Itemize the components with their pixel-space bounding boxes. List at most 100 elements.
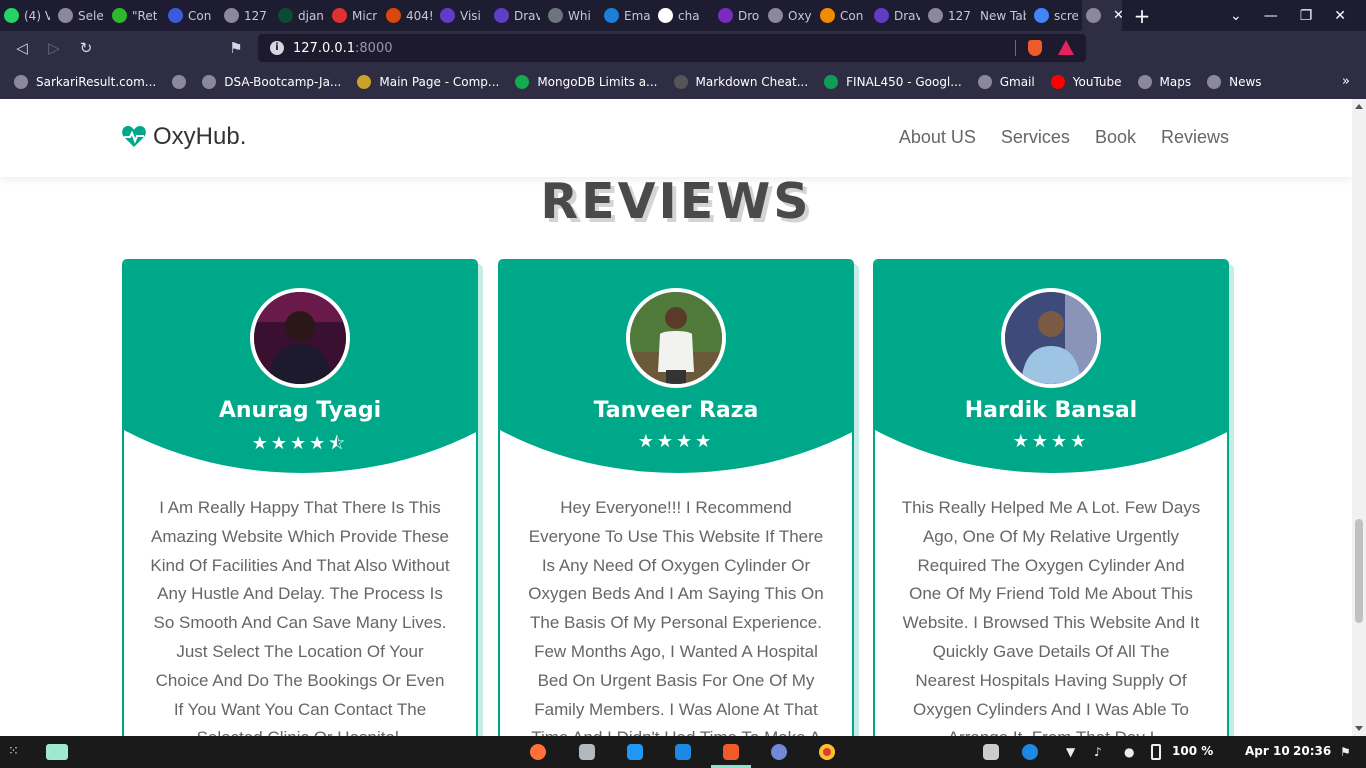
bookmark-item[interactable]: YouTube: [1050, 75, 1122, 89]
site-logo[interactable]: OxyHub.: [121, 123, 246, 151]
close-tab-icon[interactable]: ✕: [1113, 8, 1122, 23]
bookmark-favicon-icon: [1137, 75, 1152, 89]
files-icon[interactable]: [579, 744, 595, 760]
bookmark-item[interactable]: MongoDB Limits a...: [515, 75, 658, 89]
close-window-icon[interactable]: ✕: [1334, 8, 1346, 24]
wifi-icon[interactable]: ▼: [1066, 744, 1082, 760]
browser-tab[interactable]: (4) V: [0, 0, 54, 31]
tab-favicon-icon: [4, 8, 19, 23]
nav-services[interactable]: Services: [1001, 127, 1070, 148]
brave-shields-icon[interactable]: [1028, 40, 1042, 56]
browser-tab[interactable]: 1✕: [1082, 0, 1122, 31]
chrome-icon[interactable]: [819, 744, 835, 760]
browser-tab[interactable]: Oxy: [764, 0, 816, 31]
browser-tab[interactable]: Drop: [714, 0, 764, 31]
browser-tab[interactable]: Con: [816, 0, 870, 31]
page-viewport: OxyHub. About US Services Book Reviews R…: [0, 99, 1352, 736]
bookmark-favicon-icon: [1207, 75, 1222, 89]
bookmark-item[interactable]: News: [1207, 75, 1262, 89]
browser-tab[interactable]: "Ret: [108, 0, 164, 31]
bookmark-page-icon[interactable]: ⚑: [220, 39, 252, 57]
browser-tab[interactable]: 404!: [382, 0, 436, 31]
firefox-icon[interactable]: [530, 744, 546, 760]
tab-label: 404!: [406, 8, 432, 23]
discord-icon[interactable]: [771, 744, 787, 760]
new-tab-icon[interactable]: +: [1122, 4, 1162, 28]
show-desktop-icon[interactable]: [46, 744, 68, 760]
tab-favicon-icon: [494, 8, 509, 23]
reviewer-name: Tanveer Raza: [593, 398, 759, 423]
bookmark-item[interactable]: Main Page - Comp...: [357, 75, 499, 89]
vscode-icon[interactable]: [675, 744, 691, 760]
browser-tab[interactable]: scre: [1030, 0, 1082, 31]
bookmark-label: Maps: [1159, 75, 1192, 89]
tab-search-chevron-icon[interactable]: ⌄: [1230, 8, 1242, 24]
star-rating: ★★★★⯪: [251, 433, 349, 454]
tray-app-icon[interactable]: [1022, 744, 1038, 760]
nav-book[interactable]: Book: [1095, 127, 1136, 148]
browser-tab[interactable]: Whi: [544, 0, 600, 31]
browser-tab[interactable]: Sele: [54, 0, 108, 31]
browser-tab[interactable]: 127: [924, 0, 976, 31]
browser-tab[interactable]: Drav: [490, 0, 544, 31]
scroll-up-icon[interactable]: [1355, 104, 1363, 109]
tab-favicon-icon: [332, 8, 347, 23]
brand-name: OxyHub.: [153, 123, 247, 150]
minimize-icon[interactable]: —: [1264, 8, 1278, 24]
tab-label: Oxy: [788, 8, 812, 23]
nav-reviews[interactable]: Reviews: [1161, 127, 1229, 148]
tab-favicon-icon: [874, 8, 889, 23]
browser-tab[interactable]: Drav: [870, 0, 924, 31]
volume-icon[interactable]: ♪: [1094, 744, 1110, 760]
url-text: 127.0.0.1:8000: [293, 41, 393, 56]
browser-tab[interactable]: Con: [164, 0, 220, 31]
browser-tab[interactable]: djan: [274, 0, 328, 31]
review-card: Anurag Tyagi ★★★★⯪ I Am Really Happy Tha…: [122, 259, 478, 736]
bookmark-item[interactable]: Markdown Cheat...: [673, 75, 808, 89]
clock-time[interactable]: 20:36: [1293, 744, 1331, 758]
notifications-icon[interactable]: ⚑: [1340, 744, 1356, 760]
tab-label: scre: [1054, 8, 1078, 23]
page-scrollbar[interactable]: [1352, 99, 1366, 736]
bookmark-item[interactable]: FINAL450 - Googl...: [824, 75, 962, 89]
battery-icon[interactable]: [1151, 744, 1161, 760]
nav-about-us[interactable]: About US: [899, 127, 976, 148]
reviewer-name: Anurag Tyagi: [218, 398, 382, 423]
scrollbar-thumb[interactable]: [1355, 519, 1363, 623]
browser-tab[interactable]: New Tab: [976, 0, 1030, 31]
site-info-icon[interactable]: i: [270, 41, 284, 55]
bookmark-item[interactable]: SarkariResult.com...: [14, 75, 156, 89]
forward-icon[interactable]: ▷: [38, 39, 70, 57]
discord-tray-icon[interactable]: [983, 744, 999, 760]
browser-tab[interactable]: 127: [220, 0, 274, 31]
avatar: [626, 288, 726, 388]
bookmark-item[interactable]: DSA-Bootcamp-Ja...: [202, 75, 341, 89]
tab-favicon-icon: [278, 8, 293, 23]
app-grid-icon[interactable]: ⁙: [8, 744, 24, 760]
microphone-icon[interactable]: ●: [1124, 744, 1140, 760]
screenshot-icon[interactable]: [627, 744, 643, 760]
browser-tab[interactable]: cha: [654, 0, 714, 31]
bookmark-label: MongoDB Limits a...: [537, 75, 658, 89]
scroll-down-icon[interactable]: [1355, 726, 1363, 731]
maximize-icon[interactable]: ❐: [1300, 8, 1313, 24]
brave-icon[interactable]: [723, 744, 739, 760]
tab-label: 127: [244, 8, 267, 23]
tab-label: Drop: [738, 8, 760, 23]
more-bookmarks-icon[interactable]: »: [1342, 74, 1350, 89]
clock-date[interactable]: Apr 10: [1245, 744, 1290, 758]
browser-tab[interactable]: Micr: [328, 0, 382, 31]
back-icon[interactable]: ◁: [6, 39, 38, 57]
tab-label: "Ret: [132, 8, 158, 23]
bookmark-item[interactable]: [172, 75, 187, 89]
review-text: Hey Everyone!!! I Recommend Everyone To …: [528, 498, 824, 736]
browser-tab[interactable]: Visi: [436, 0, 490, 31]
bookmark-item[interactable]: Maps: [1137, 75, 1192, 89]
address-bar[interactable]: i 127.0.0.1:8000: [258, 34, 1086, 62]
tab-label: 127: [948, 8, 971, 23]
bookmark-item[interactable]: Gmail: [977, 75, 1035, 89]
browser-tab[interactable]: Ema: [600, 0, 654, 31]
reload-icon[interactable]: ↻: [70, 39, 102, 57]
bookmark-label: Main Page - Comp...: [379, 75, 500, 89]
brave-rewards-icon[interactable]: [1058, 40, 1074, 55]
